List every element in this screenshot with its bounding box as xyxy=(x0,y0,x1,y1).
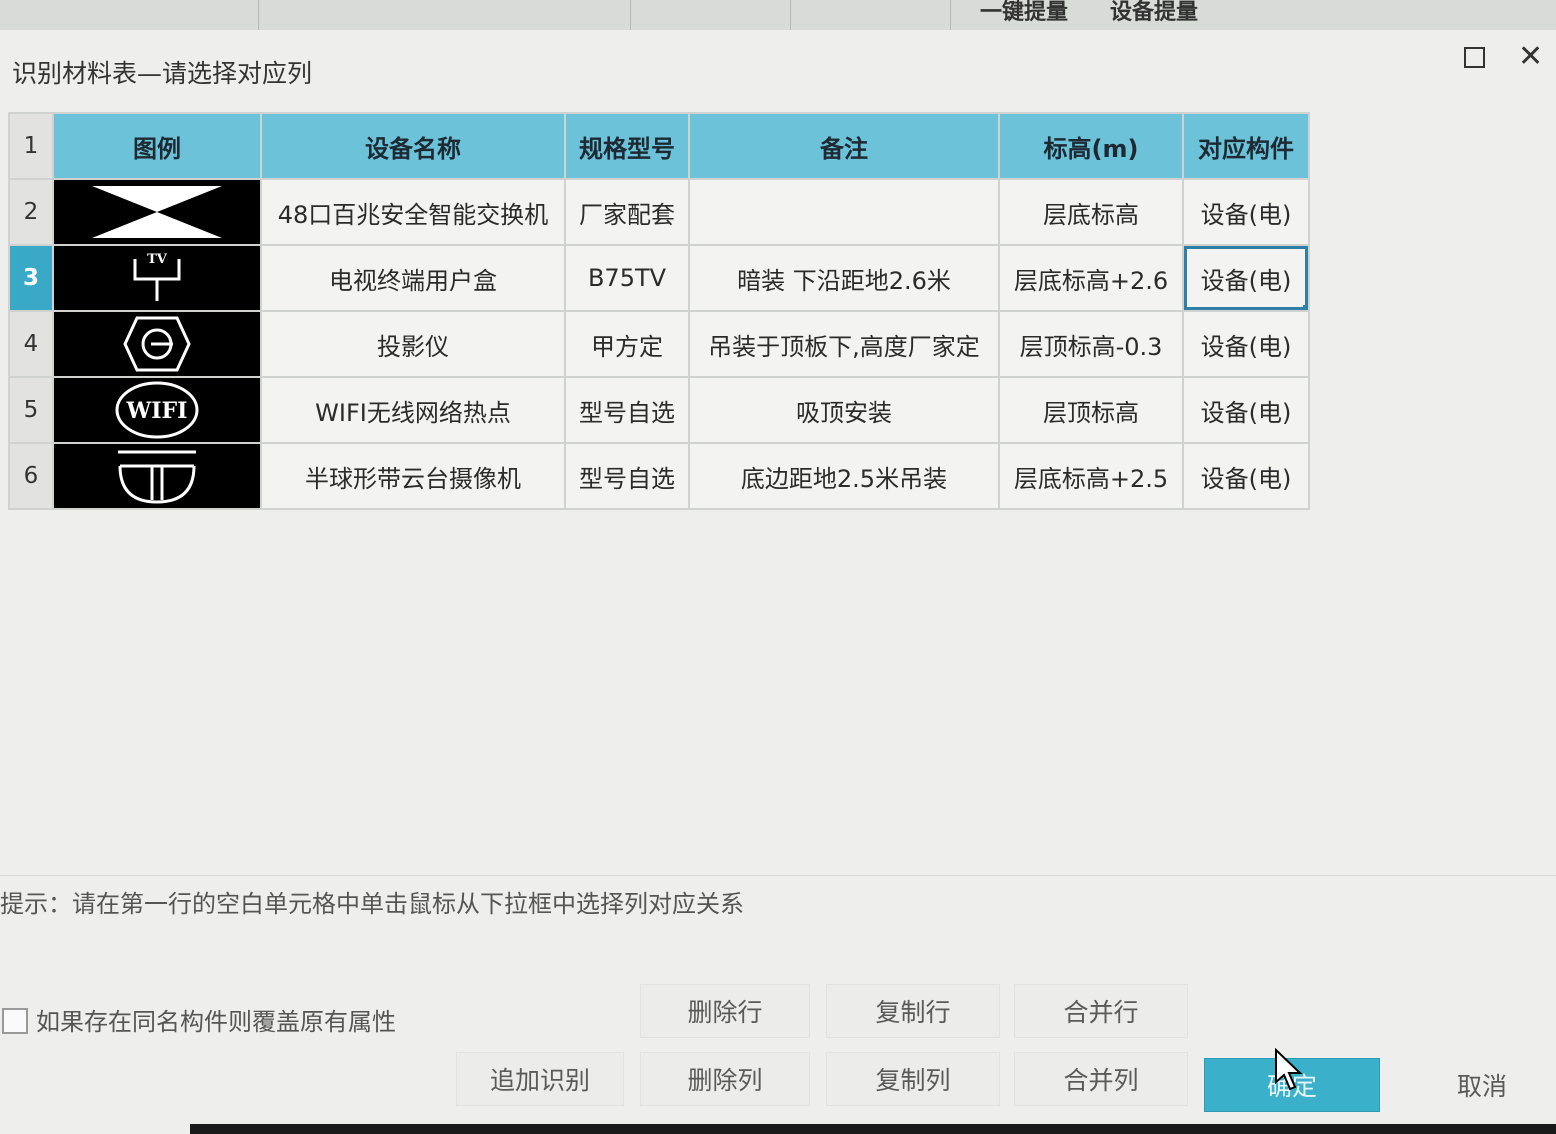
elevation-cell[interactable]: 层顶标高-0.3 xyxy=(998,310,1184,378)
toolbar-separator xyxy=(630,0,631,30)
material-table: 1 图例 设备名称 规格型号 备注 标高(m) 对应构件 2 48口百兆安全智能… xyxy=(8,112,1310,510)
append-recognize-button[interactable]: 追加识别 xyxy=(456,1052,624,1106)
table-header-row: 1 图例 设备名称 规格型号 备注 标高(m) 对应构件 xyxy=(8,112,1310,180)
toolbar-separator xyxy=(790,0,791,30)
merge-row-button[interactable]: 合并行 xyxy=(1014,984,1188,1038)
note-cell[interactable]: 吊装于顶板下,高度厂家定 xyxy=(688,310,1000,378)
row-number[interactable]: 5 xyxy=(8,376,54,444)
overwrite-label: 如果存在同名构件则覆盖原有属性 xyxy=(36,1008,396,1036)
device-name-cell[interactable]: 半球形带云台摄像机 xyxy=(260,442,566,510)
column-header-note[interactable]: 备注 xyxy=(688,112,1000,180)
elevation-cell[interactable]: 层顶标高 xyxy=(998,376,1184,444)
toolbar-item-device-quantity[interactable]: 设备提量 xyxy=(1110,0,1198,26)
component-cell[interactable]: 设备(电) xyxy=(1182,442,1310,510)
copy-column-button[interactable]: 复制列 xyxy=(826,1052,1000,1106)
row-number[interactable]: 2 xyxy=(8,178,54,246)
elevation-cell[interactable]: 层底标高 xyxy=(998,178,1184,246)
hint-text: 提示：请在第一行的空白单元格中单击鼠标从下拉框中选择列对应关系 xyxy=(0,890,744,918)
table-row[interactable]: 5 WIFI WIFI无线网络热点 型号自选 吸顶安装 层顶标高 设备(电) xyxy=(8,376,1310,444)
divider xyxy=(0,875,1556,876)
wifi-hotspot-icon[interactable]: WIFI xyxy=(52,376,262,444)
column-header-legend[interactable]: 图例 xyxy=(52,112,262,180)
mouse-cursor-icon xyxy=(1275,1048,1303,1091)
toolbar-separator xyxy=(950,0,951,30)
copy-row-button[interactable]: 复制行 xyxy=(826,984,1000,1038)
table-row[interactable]: 3 TV 电视终端用户盒 B75TV 暗装 下沿距地2.6米 层底标高+2.6 … xyxy=(8,244,1310,312)
toolbar-item-one-click-quantity[interactable]: 一键提量 xyxy=(980,0,1068,26)
component-cell[interactable]: 设备(电) xyxy=(1182,178,1310,246)
column-header-spec[interactable]: 规格型号 xyxy=(564,112,690,180)
device-name-cell[interactable]: 投影仪 xyxy=(260,310,566,378)
projector-icon[interactable] xyxy=(52,310,262,378)
row-number[interactable]: 6 xyxy=(8,442,54,510)
elevation-cell[interactable]: 层底标高+2.5 xyxy=(998,442,1184,510)
component-cell[interactable]: 设备(电) xyxy=(1182,310,1310,378)
device-name-cell[interactable]: WIFI无线网络热点 xyxy=(260,376,566,444)
tv-outlet-icon[interactable]: TV xyxy=(52,244,262,312)
column-header-elevation[interactable]: 标高(m) xyxy=(998,112,1184,180)
spec-cell[interactable]: 型号自选 xyxy=(564,376,690,444)
row-number[interactable]: 4 xyxy=(8,310,54,378)
row-number[interactable]: 1 xyxy=(8,112,54,180)
cancel-button[interactable]: 取消 xyxy=(1398,1058,1556,1112)
note-cell[interactable]: 吸顶安装 xyxy=(688,376,1000,444)
device-name-cell[interactable]: 48口百兆安全智能交换机 xyxy=(260,178,566,246)
table-row[interactable]: 6 半球形带云台摄像机 型号自选 底边距地2.5米吊装 层底标高+2.5 设备(… xyxy=(8,442,1310,510)
column-header-component[interactable]: 对应构件 xyxy=(1182,112,1310,180)
table-row[interactable]: 2 48口百兆安全智能交换机 厂家配套 层底标高 设备(电) xyxy=(8,178,1310,246)
elevation-cell[interactable]: 层底标高+2.6 xyxy=(998,244,1184,312)
material-table-dialog: 识别材料表—请选择对应列 ✕ 1 图例 设备名称 规格型号 备注 标高(m) 对… xyxy=(0,30,1556,1134)
dialog-title: 识别材料表—请选择对应列 xyxy=(12,59,313,88)
spec-cell[interactable]: B75TV xyxy=(564,244,690,312)
checkbox-box[interactable] xyxy=(2,1008,28,1034)
network-switch-icon[interactable] xyxy=(52,178,262,246)
close-icon: ✕ xyxy=(1518,39,1544,74)
note-cell[interactable]: 底边距地2.5米吊装 xyxy=(688,442,1000,510)
delete-row-button[interactable]: 删除行 xyxy=(640,984,810,1038)
delete-column-button[interactable]: 删除列 xyxy=(640,1052,810,1106)
close-button[interactable]: ✕ xyxy=(1512,42,1552,78)
maximize-button[interactable] xyxy=(1454,42,1494,78)
row-number-active[interactable]: 3 xyxy=(8,244,54,312)
note-cell[interactable] xyxy=(688,178,1000,246)
tv-outlet-label: TV xyxy=(147,252,168,267)
background-app-toolbar: 一键提量 设备提量 xyxy=(0,0,1556,31)
overwrite-checkbox[interactable]: 如果存在同名构件则覆盖原有属性 xyxy=(0,1002,396,1037)
spec-cell[interactable]: 甲方定 xyxy=(564,310,690,378)
note-cell[interactable]: 暗装 下沿距地2.6米 xyxy=(688,244,1000,312)
taskbar xyxy=(190,1124,1556,1134)
table-row[interactable]: 4 投影仪 甲方定 吊装于顶板下,高度厂家定 层顶标高-0.3 设备(电) xyxy=(8,310,1310,378)
spec-cell[interactable]: 型号自选 xyxy=(564,442,690,510)
component-cell[interactable]: 设备(电) xyxy=(1182,376,1310,444)
toolbar-separator xyxy=(258,0,259,30)
component-cell-selected[interactable]: 设备(电) xyxy=(1182,244,1310,312)
wifi-hotspot-label: WIFI xyxy=(126,398,188,424)
column-header-device-name[interactable]: 设备名称 xyxy=(260,112,566,180)
device-name-cell[interactable]: 电视终端用户盒 xyxy=(260,244,566,312)
dome-camera-icon[interactable] xyxy=(52,442,262,510)
spec-cell[interactable]: 厂家配套 xyxy=(564,178,690,246)
maximize-icon xyxy=(1464,47,1485,68)
merge-column-button[interactable]: 合并列 xyxy=(1014,1052,1188,1106)
